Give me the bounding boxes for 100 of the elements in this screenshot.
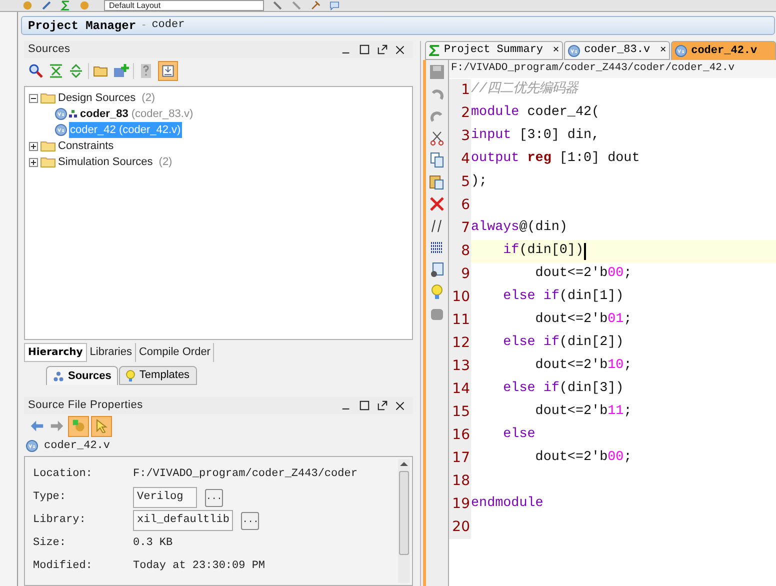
code-line: else if(din[1]): [502, 288, 625, 306]
browse-button[interactable]: ...: [205, 488, 223, 506]
close-icon[interactable]: ✕: [553, 43, 560, 58]
property-label: Type:: [33, 490, 68, 506]
collapse-toggle-icon[interactable]: [29, 94, 38, 102]
line-number: 14: [449, 378, 471, 401]
close-icon[interactable]: [395, 400, 405, 410]
close-icon[interactable]: ✕: [660, 43, 666, 58]
hammer-icon[interactable]: [310, 0, 321, 11]
bottom-tab[interactable]: Templates: [119, 366, 197, 385]
code-line: dout<=2'b00;: [534, 265, 633, 284]
file-path: F:/VIVADO_program/coder_Z443/coder/coder_42.v: [449, 60, 776, 78]
line-number: 6: [449, 194, 471, 217]
verilog-file-icon: [675, 45, 688, 57]
line-number: 4: [449, 148, 471, 171]
expand-all-icon[interactable]: [68, 63, 84, 79]
help-icon[interactable]: [138, 63, 154, 79]
line-number: 1: [449, 79, 471, 102]
property-label: Library:: [33, 513, 87, 528]
lightbulb-icon[interactable]: [429, 284, 445, 300]
panel-title: Sources: [28, 42, 70, 58]
chat-icon[interactable]: [329, 0, 340, 11]
expand-toggle-icon[interactable]: [29, 142, 38, 150]
item-count: (2): [158, 154, 172, 170]
scrollbar-thumb[interactable]: [399, 471, 409, 555]
editor-tab[interactable]: coder_42.v: [671, 41, 776, 60]
code-line: else if(din[2]): [502, 334, 625, 352]
line-number: 2: [449, 102, 471, 125]
expand-toggle-icon[interactable]: [29, 158, 38, 166]
folder-icon: [40, 140, 56, 152]
property-field[interactable]: xil_defaultlib: [133, 510, 234, 531]
line-number: 7: [449, 217, 471, 240]
forward-arrow-icon[interactable]: [48, 419, 66, 433]
editor-tab[interactable]: coder_83.v ✕: [564, 41, 670, 60]
verilog-file-icon: [55, 124, 67, 136]
view-tab[interactable]: Hierarchy: [24, 343, 87, 362]
float-window-icon[interactable]: [377, 44, 388, 55]
code-line: else if(din[3]): [502, 380, 625, 398]
code-line: //四二优先编码器: [471, 80, 580, 100]
select-button[interactable]: [91, 416, 112, 436]
header-title: Project Manager: [28, 18, 136, 34]
sigma-icon: [429, 45, 440, 56]
code-line: else: [502, 426, 536, 444]
file-name: coder_42.v: [44, 438, 110, 454]
property-value: 0.3 KB: [133, 536, 174, 552]
verilog-file-icon: [26, 440, 38, 452]
save-icon[interactable]: [429, 64, 445, 80]
header-subtitle: coder: [152, 18, 185, 34]
browse-button[interactable]: ...: [241, 512, 260, 530]
sync-button[interactable]: [68, 416, 89, 436]
editor-tab[interactable]: Project Summary ✕: [425, 41, 564, 60]
close-icon[interactable]: [395, 44, 405, 54]
property-label: Size:: [33, 536, 68, 552]
sigma-icon[interactable]: [60, 0, 71, 11]
property-label: Modified:: [33, 559, 94, 574]
code-line: dout<=2'b11;: [534, 403, 633, 422]
verilog-file-icon: [568, 44, 580, 56]
view-tab[interactable]: Compile Order: [136, 343, 214, 362]
delete-icon[interactable]: [429, 196, 445, 212]
code-line: input [3:0] din,: [471, 127, 601, 146]
code-line: );: [471, 173, 488, 192]
line-number: 8: [449, 240, 471, 263]
tree-item[interactable]: Constraints: [58, 138, 114, 154]
scroll-up-arrow-icon[interactable]: [400, 461, 408, 467]
code-line: dout<=2'b00;: [534, 449, 633, 468]
view-tab[interactable]: Libraries: [86, 343, 136, 362]
collapse-all-icon[interactable]: [48, 63, 64, 79]
find-icon[interactable]: [429, 262, 445, 278]
property-field[interactable]: Verilog: [133, 487, 197, 508]
code-line: module coder_42(: [471, 104, 601, 122]
maximize-icon[interactable]: [359, 400, 370, 411]
paste-icon[interactable]: [429, 174, 445, 190]
item-count: (2): [142, 90, 156, 106]
code-line: dout<=2'b01;: [534, 311, 633, 330]
line-number: 18: [449, 470, 471, 493]
code-line: dout<=2'b10;: [534, 357, 633, 376]
search-icon[interactable]: [28, 63, 44, 79]
copy-icon[interactable]: [429, 152, 445, 168]
tree-item[interactable]: Simulation Sources: [58, 154, 153, 170]
layout-dropdown[interactable]: Default Layout: [104, 0, 264, 11]
code-line: output reg [1:0] dout: [471, 150, 641, 168]
indent-icon[interactable]: [429, 240, 445, 256]
tree-item[interactable]: coder_83 (coder_83.v): [79, 106, 194, 122]
cut-icon[interactable]: [429, 130, 445, 146]
line-number: 19: [449, 493, 471, 516]
folder-icon: [40, 156, 56, 168]
code-line: always@(din): [471, 219, 568, 238]
add-sources-icon[interactable]: [113, 63, 129, 79]
line-number: 13: [449, 355, 471, 378]
toggle-button[interactable]: [158, 61, 178, 81]
line-number: 5: [449, 171, 471, 194]
maximize-icon[interactable]: [359, 44, 370, 55]
lightbulb-icon: [126, 370, 136, 382]
line-number: 15: [449, 401, 471, 424]
hierarchy-icon: [53, 370, 64, 382]
float-window-icon[interactable]: [377, 400, 388, 411]
tree-item[interactable]: Design Sources: [58, 90, 136, 106]
document-down-icon: [161, 64, 175, 78]
back-arrow-icon[interactable]: [28, 419, 46, 433]
bottom-tab[interactable]: Sources: [46, 366, 118, 385]
